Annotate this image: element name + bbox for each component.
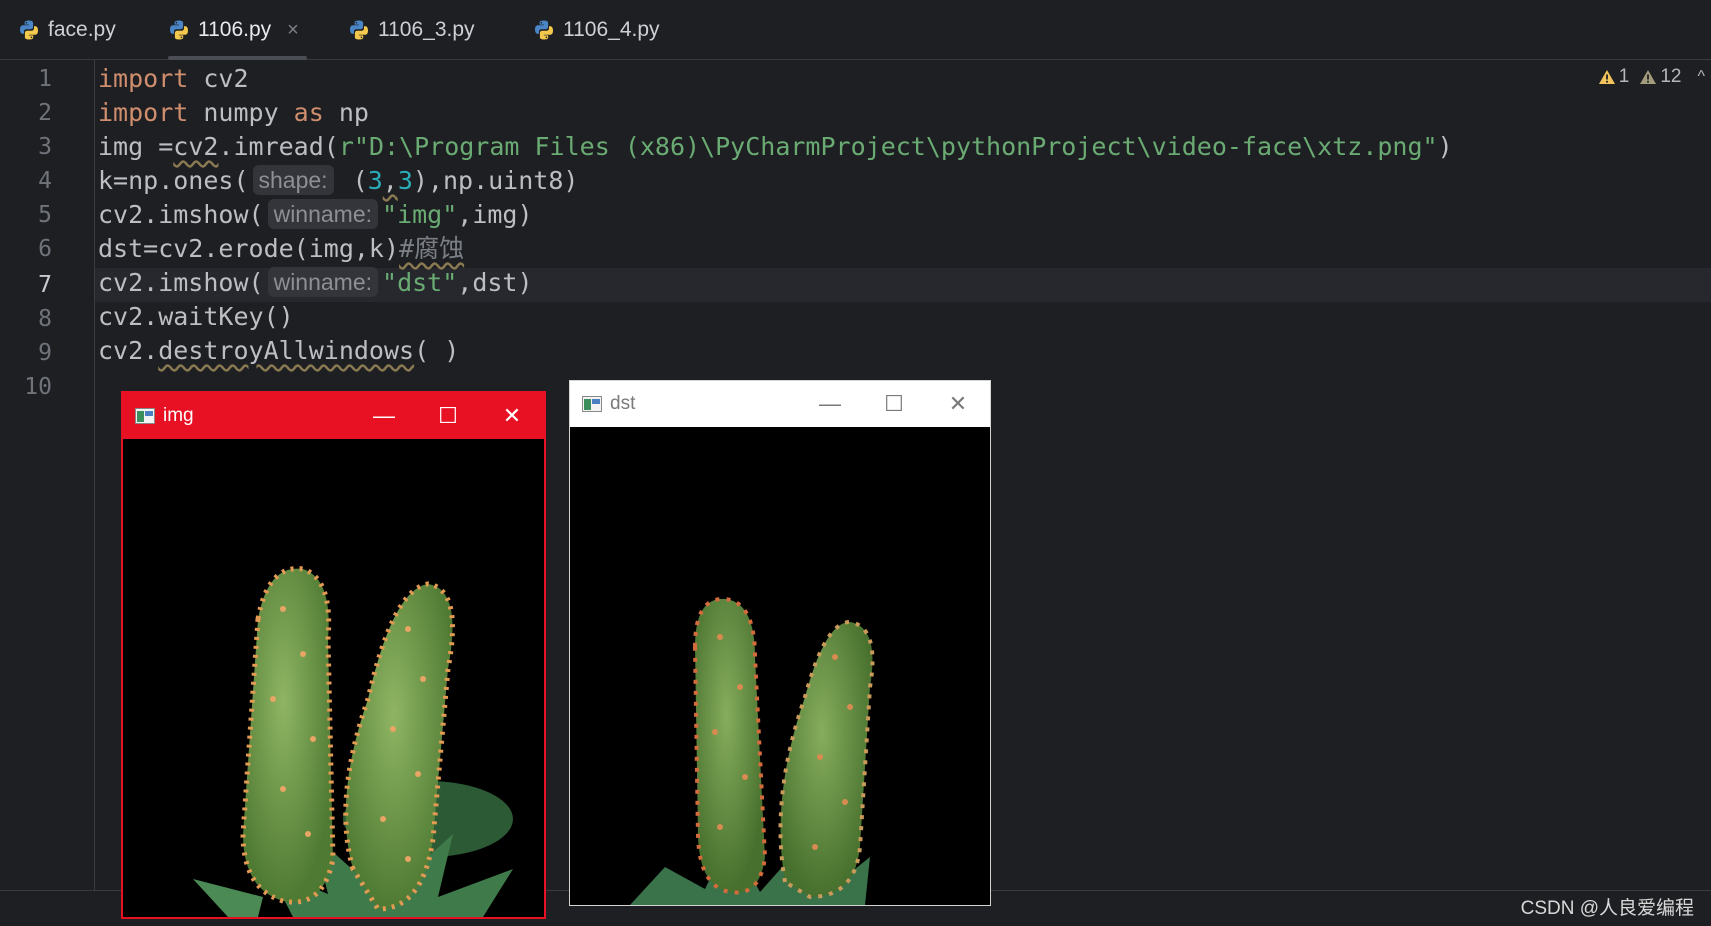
close-button[interactable]: ✕: [926, 381, 990, 427]
code-text: k=np.ones(: [98, 166, 249, 195]
code-line-7[interactable]: cv2.imshow(winname: "dst",dst): [98, 266, 533, 300]
tab-face-py[interactable]: face.py: [18, 0, 116, 60]
parameter-hint: winname:: [267, 199, 379, 229]
code-text: ): [1437, 132, 1453, 161]
code-line-4[interactable]: k=np.ones(shape: (3,3),np.uint8): [98, 164, 578, 198]
keyword: as: [293, 98, 324, 127]
chevron-up-icon[interactable]: ^: [1697, 68, 1705, 86]
code-text: img =: [98, 132, 174, 161]
warning-count[interactable]: 12: [1639, 66, 1681, 88]
parameter-hint: shape:: [252, 165, 334, 195]
window-title: img: [163, 405, 194, 426]
code-line-1[interactable]: import cv2: [98, 62, 249, 96]
window-title: dst: [610, 393, 636, 414]
code-text: numpy: [188, 98, 294, 127]
code-line-5[interactable]: cv2.imshow(winname: "img",img): [98, 198, 533, 232]
opencv-window-dst[interactable]: dst — ☐ ✕: [569, 380, 991, 906]
minimize-button[interactable]: —: [352, 393, 416, 439]
number-literal: 3: [367, 166, 383, 195]
keyword: import: [98, 64, 189, 93]
code-text: ,dst): [457, 268, 533, 297]
window-titlebar[interactable]: img — ☐ ✕: [123, 393, 544, 439]
comment: #腐蚀: [399, 234, 465, 263]
warning-count-label: 1: [1618, 66, 1630, 87]
tab-label: face.py: [48, 18, 116, 41]
close-button[interactable]: ✕: [480, 393, 544, 439]
window-titlebar[interactable]: dst — ☐ ✕: [570, 381, 990, 427]
code-text: ),np.uint8): [412, 166, 579, 195]
number-literal: 3: [397, 166, 413, 195]
opencv-window-icon: [582, 396, 602, 412]
line-number: 4: [38, 168, 52, 194]
code-line-8[interactable]: cv2.waitKey(): [98, 300, 294, 334]
inspection-widget[interactable]: 1 12 ^: [1598, 66, 1705, 88]
string-literal: "img": [382, 200, 458, 229]
warning-icon: [1598, 70, 1615, 84]
editor-tab-bar: face.py 1106.py × 1106_3.py 1106_4.py: [0, 0, 1711, 60]
watermark: CSDN @人良爱编程: [1520, 898, 1694, 919]
cactus-image-eroded: [630, 596, 875, 905]
code-text: .imread(: [218, 132, 339, 161]
code-text: cv2.imshow(: [98, 200, 264, 229]
python-file-icon: [535, 20, 553, 40]
maximize-button[interactable]: ☐: [416, 393, 480, 439]
code-text: cv2: [173, 132, 219, 161]
tab-1106-py[interactable]: 1106.py ×: [168, 0, 307, 60]
code-text: dst=cv2.erode(img,k): [98, 234, 400, 263]
line-number: 2: [38, 100, 52, 126]
tab-1106-4-py[interactable]: 1106_4.py: [533, 0, 660, 60]
opencv-window-img[interactable]: img — ☐ ✕: [121, 391, 546, 919]
warning-icon: [1640, 70, 1657, 84]
line-number: 5: [38, 202, 52, 228]
code-text: cv2.: [98, 336, 159, 365]
code-text: (: [337, 166, 368, 195]
warning-count-label: 12: [1660, 66, 1682, 87]
parameter-hint: winname:: [267, 267, 379, 297]
code-text: ( ): [414, 336, 460, 365]
tab-label: 1106_4.py: [563, 18, 660, 41]
tab-label: 1106.py: [198, 18, 272, 41]
line-number: 8: [38, 306, 52, 332]
opencv-window-icon: [135, 408, 155, 424]
tab-label: 1106_3.py: [378, 18, 475, 41]
code-line-3[interactable]: img =cv2.imread(r"D:\Program Files (x86)…: [98, 130, 1453, 164]
cactus-image: [193, 566, 513, 917]
code-line-9[interactable]: cv2.destroyAllwindows( ): [98, 334, 459, 368]
code-text: cv2.imshow(: [98, 268, 264, 297]
code-line-2[interactable]: import numpy as np: [98, 96, 369, 130]
keyword: import: [98, 98, 189, 127]
weak-warning-count[interactable]: 1: [1598, 66, 1630, 88]
line-number: 3: [38, 134, 52, 160]
code-text: ,: [382, 166, 398, 195]
string-literal: "dst": [382, 268, 458, 297]
tab-1106-3-py[interactable]: 1106_3.py: [348, 0, 475, 60]
line-number-gutter: 1 2 3 4 5 6 7 8 9 10: [0, 60, 95, 890]
string-literal: r"D:\Program Files (x86)\PyCharmProject\…: [338, 132, 1438, 161]
python-file-icon: [350, 20, 368, 40]
line-number: 9: [38, 340, 52, 366]
minimize-button[interactable]: —: [798, 381, 862, 427]
code-text: cv2.waitKey(): [98, 302, 294, 331]
close-tab-icon[interactable]: ×: [287, 19, 299, 42]
python-file-icon: [20, 20, 38, 40]
maximize-button[interactable]: ☐: [862, 381, 926, 427]
python-file-icon: [170, 20, 188, 40]
image-canvas: [123, 439, 544, 917]
code-text: destroyAllwindows: [158, 336, 415, 365]
code-line-6[interactable]: dst=cv2.erode(img,k)#腐蚀: [98, 232, 464, 266]
line-number: 10: [24, 374, 52, 400]
code-text: cv2: [188, 64, 249, 93]
code-text: ,img): [457, 200, 533, 229]
line-number: 1: [38, 66, 52, 92]
image-canvas: [570, 427, 990, 905]
line-number: 6: [38, 236, 52, 262]
code-text: np: [323, 98, 369, 127]
line-number-current: 7: [38, 272, 52, 298]
